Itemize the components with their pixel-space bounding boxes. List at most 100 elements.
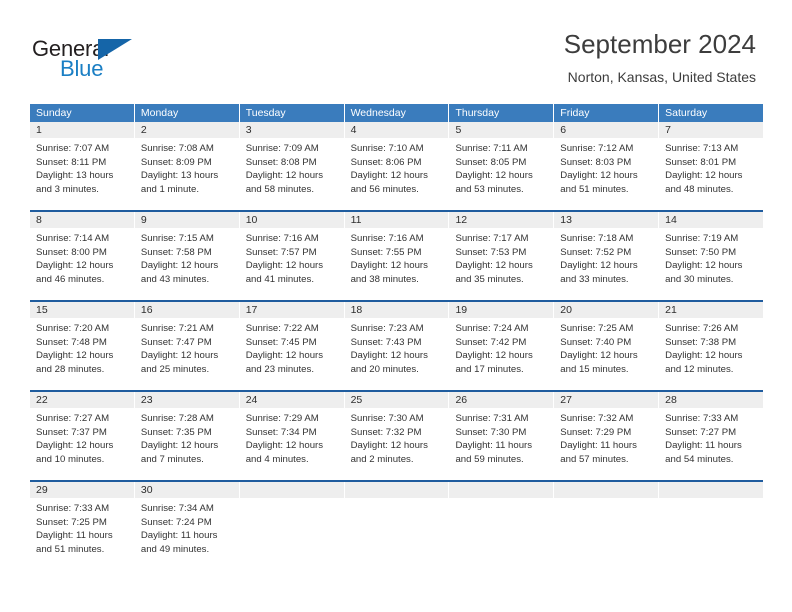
day-cell[interactable]: 10 Sunrise: 7:16 AM Sunset: 7:57 PM Dayligh…	[239, 212, 345, 300]
day-number: 23	[134, 392, 239, 408]
day-cell[interactable]: 3 Sunrise: 7:09 AM Sunset: 8:08 PM Daylight…	[239, 122, 345, 210]
day-details: Sunrise: 7:07 AM Sunset: 8:11 PM Daylight:…	[30, 138, 134, 202]
day-cell[interactable]: 7 Sunrise: 7:13 AM Sunset: 8:01 PM Daylight…	[659, 122, 764, 210]
daylight-line-1: Daylight: 11 hours	[140, 530, 218, 542]
day-cell[interactable]: 15 Sunrise: 7:20 AM Sunset: 7:48 PM Dayligh…	[30, 302, 135, 390]
day-number: 7	[659, 122, 764, 138]
day-cell[interactable]: 19 Sunrise: 7:24 AM Sunset: 7:42 PM Dayligh…	[449, 302, 555, 390]
daylight-line-2: and 20 minutes.	[350, 363, 419, 375]
day-cell[interactable]: 29 Sunrise: 7:33 AM Sunset: 7:25 PM Dayligh…	[30, 482, 135, 570]
day-details: Sunrise: 7:14 AM Sunset: 8:00 PM Daylight:…	[30, 228, 134, 292]
day-details: Sunrise: 7:15 AM Sunset: 7:58 PM Daylight:…	[135, 228, 239, 292]
sunset-time: Sunset: 8:08 PM	[245, 156, 317, 168]
day-details: Sunrise: 7:23 AM Sunset: 7:43 PM Daylight:…	[345, 318, 449, 382]
day-cell[interactable]: 14 Sunrise: 7:19 AM Sunset: 7:50 PM Dayligh…	[659, 212, 764, 300]
day-cell[interactable]: 5 Sunrise: 7:11 AM Sunset: 8:05 PM Daylight…	[449, 122, 555, 210]
sunset-time: Sunset: 7:58 PM	[140, 246, 212, 258]
daylight-line-1: Daylight: 12 hours	[36, 350, 114, 362]
daylight-line-2: and 33 minutes.	[560, 273, 629, 285]
daylight-line-2: and 10 minutes.	[36, 453, 105, 465]
day-cell[interactable]: 9 Sunrise: 7:15 AM Sunset: 7:58 PM Daylight…	[134, 212, 240, 300]
weekday-header-saturday: Saturday	[659, 104, 764, 122]
day-cell[interactable]: 30 Sunrise: 7:34 AM Sunset: 7:24 PM Dayligh…	[134, 482, 240, 570]
day-cell[interactable]: 2 Sunrise: 7:08 AM Sunset: 8:09 PM Daylight…	[134, 122, 240, 210]
sunrise-time: Sunrise: 7:24 AM	[455, 323, 529, 334]
sunrise-time: Sunrise: 7:33 AM	[36, 503, 110, 514]
day-number: 14	[659, 212, 764, 228]
day-cell[interactable]: 21 Sunrise: 7:26 AM Sunset: 7:38 PM Dayligh…	[659, 302, 764, 390]
day-cell[interactable]: 25 Sunrise: 7:30 AM Sunset: 7:32 PM Dayligh…	[344, 392, 450, 480]
sunset-time: Sunset: 7:38 PM	[665, 336, 737, 348]
day-cell[interactable]: 1 Sunrise: 7:07 AM Sunset: 8:11 PM Daylight…	[30, 122, 135, 210]
daylight-line-2: and 4 minutes.	[245, 453, 309, 465]
day-number: 10	[239, 212, 344, 228]
day-cell-empty	[554, 482, 660, 570]
daylight-line-1: Daylight: 12 hours	[36, 260, 114, 272]
sunrise-time: Sunrise: 7:14 AM	[36, 233, 110, 244]
sunset-time: Sunset: 7:37 PM	[36, 426, 107, 438]
day-details: Sunrise: 7:10 AM Sunset: 8:06 PM Daylight:…	[345, 138, 449, 202]
sunset-time: Sunset: 8:11 PM	[36, 156, 107, 168]
day-details: Sunrise: 7:21 AM Sunset: 7:47 PM Daylight:…	[135, 318, 239, 382]
sunrise-time: Sunrise: 7:23 AM	[350, 323, 424, 334]
day-cell[interactable]: 18 Sunrise: 7:23 AM Sunset: 7:43 PM Dayligh…	[344, 302, 450, 390]
day-cell[interactable]: 23 Sunrise: 7:28 AM Sunset: 7:35 PM Dayligh…	[134, 392, 240, 480]
sunrise-time: Sunrise: 7:12 AM	[560, 143, 634, 154]
sunset-time: Sunset: 7:34 PM	[245, 426, 317, 438]
sunset-time: Sunset: 7:47 PM	[140, 336, 212, 348]
sunset-time: Sunset: 7:25 PM	[36, 516, 107, 528]
daylight-line-2: and 28 minutes.	[36, 363, 105, 375]
sunset-time: Sunset: 8:00 PM	[36, 246, 107, 258]
general-blue-logo[interactable]: General Blue	[32, 36, 212, 92]
day-number: 30	[134, 482, 239, 498]
daylight-line-1: Daylight: 12 hours	[140, 260, 219, 272]
daylight-line-2: and 59 minutes.	[455, 453, 524, 465]
day-cell[interactable]: 24 Sunrise: 7:29 AM Sunset: 7:34 PM Dayligh…	[239, 392, 345, 480]
daylight-line-2: and 49 minutes.	[140, 543, 210, 555]
weekday-header-wednesday: Wednesday	[344, 104, 450, 122]
day-number: 11	[344, 212, 449, 228]
day-cell[interactable]: 12 Sunrise: 7:17 AM Sunset: 7:53 PM Dayligh…	[449, 212, 555, 300]
day-cell[interactable]: 22 Sunrise: 7:27 AM Sunset: 7:37 PM Dayligh…	[30, 392, 135, 480]
day-details: Sunrise: 7:19 AM Sunset: 7:50 PM Daylight:…	[659, 228, 763, 292]
sunset-time: Sunset: 8:03 PM	[560, 156, 632, 168]
day-cell[interactable]: 26 Sunrise: 7:31 AM Sunset: 7:30 PM Dayligh…	[449, 392, 555, 480]
sunset-time: Sunset: 8:05 PM	[455, 156, 527, 168]
sunrise-time: Sunrise: 7:09 AM	[245, 143, 319, 154]
day-cell[interactable]: 13 Sunrise: 7:18 AM Sunset: 7:52 PM Dayligh…	[554, 212, 660, 300]
sunrise-time: Sunrise: 7:33 AM	[665, 413, 739, 424]
daylight-line-2: and 38 minutes.	[350, 273, 419, 285]
day-details: Sunrise: 7:34 AM Sunset: 7:24 PM Daylight:…	[135, 498, 239, 562]
day-cell[interactable]: 28 Sunrise: 7:33 AM Sunset: 7:27 PM Dayligh…	[659, 392, 764, 480]
day-details: Sunrise: 7:09 AM Sunset: 8:08 PM Daylight:…	[240, 138, 344, 202]
sunrise-time: Sunrise: 7:20 AM	[36, 323, 110, 334]
day-number	[554, 482, 659, 498]
day-number: 15	[30, 302, 134, 318]
day-details: Sunrise: 7:20 AM Sunset: 7:48 PM Daylight:…	[30, 318, 134, 382]
day-cell[interactable]: 17 Sunrise: 7:22 AM Sunset: 7:45 PM Dayligh…	[239, 302, 345, 390]
daylight-line-1: Daylight: 12 hours	[560, 170, 638, 182]
daylight-line-1: Daylight: 11 hours	[560, 440, 637, 452]
day-details: Sunrise: 7:13 AM Sunset: 8:01 PM Daylight:…	[659, 138, 763, 202]
day-cell[interactable]: 4 Sunrise: 7:10 AM Sunset: 8:06 PM Daylight…	[344, 122, 450, 210]
day-cell[interactable]: 11 Sunrise: 7:16 AM Sunset: 7:55 PM Dayligh…	[344, 212, 450, 300]
day-details: Sunrise: 7:17 AM Sunset: 7:53 PM Daylight:…	[449, 228, 553, 292]
calendar-weeks: 1 Sunrise: 7:07 AM Sunset: 8:11 PM Daylight…	[30, 122, 764, 570]
day-details: Sunrise: 7:28 AM Sunset: 7:35 PM Daylight:…	[135, 408, 239, 472]
day-number: 4	[344, 122, 449, 138]
sunset-time: Sunset: 7:29 PM	[560, 426, 632, 438]
day-cell[interactable]: 27 Sunrise: 7:32 AM Sunset: 7:29 PM Dayligh…	[554, 392, 660, 480]
sunrise-time: Sunrise: 7:31 AM	[455, 413, 529, 424]
daylight-line-1: Daylight: 12 hours	[245, 170, 324, 182]
day-cell[interactable]: 6 Sunrise: 7:12 AM Sunset: 8:03 PM Daylight…	[554, 122, 660, 210]
day-cell[interactable]: 8 Sunrise: 7:14 AM Sunset: 8:00 PM Daylight…	[30, 212, 135, 300]
day-cell[interactable]: 16 Sunrise: 7:21 AM Sunset: 7:47 PM Dayligh…	[134, 302, 240, 390]
day-number	[449, 482, 554, 498]
sunrise-time: Sunrise: 7:08 AM	[140, 143, 214, 154]
day-details: Sunrise: 7:30 AM Sunset: 7:32 PM Daylight:…	[345, 408, 449, 472]
week-row: 1 Sunrise: 7:07 AM Sunset: 8:11 PM Daylight…	[30, 122, 764, 210]
day-number: 20	[554, 302, 659, 318]
day-number: 18	[344, 302, 449, 318]
day-cell[interactable]: 20 Sunrise: 7:25 AM Sunset: 7:40 PM Dayligh…	[554, 302, 660, 390]
sunrise-time: Sunrise: 7:25 AM	[560, 323, 634, 334]
